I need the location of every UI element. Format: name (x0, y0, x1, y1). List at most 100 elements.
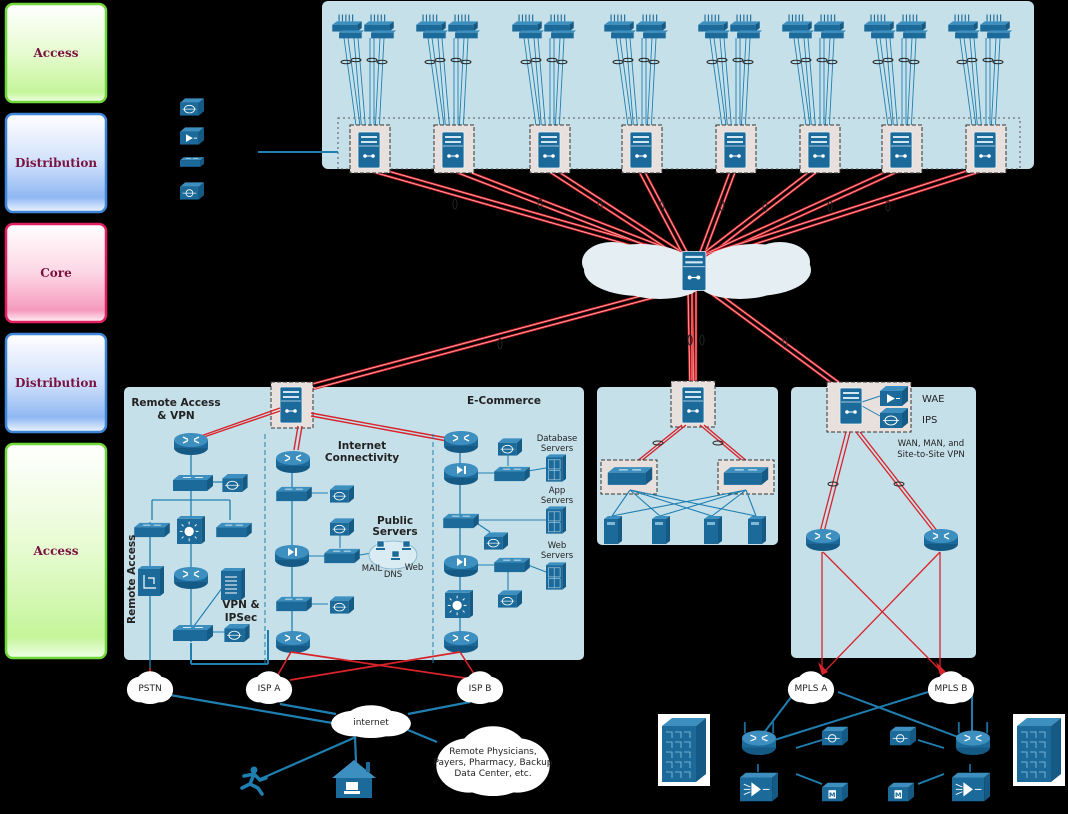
remote-users (240, 760, 376, 798)
cloud-label: ISP B (469, 684, 492, 694)
distribution-switch-icon (973, 131, 997, 169)
access-server-icon (138, 566, 164, 596)
monitor (376, 540, 385, 548)
link-marker (699, 334, 705, 346)
edge-distribution-switch-icon (279, 386, 303, 424)
ic-switch-icon (276, 596, 312, 612)
link-line (407, 700, 471, 716)
cloud-label: internet (353, 718, 389, 728)
wan-description: WAN, MAN, and (898, 439, 964, 449)
tier-label: Core (40, 266, 72, 280)
internet-cloud: internet (331, 705, 411, 738)
link-line-highlight (291, 284, 684, 390)
ec-firewall-icon (444, 463, 478, 485)
link-line-highlight (707, 284, 850, 391)
monitor (391, 550, 400, 558)
wan-distribution-switch-icon (839, 387, 863, 425)
link-line (917, 739, 945, 749)
cloud-label: ISP A (258, 684, 282, 694)
ra-l3-switch-icon (177, 516, 205, 544)
tier-label: Distribution (15, 156, 97, 170)
ips-icon (180, 98, 204, 116)
wae-label: WAE (922, 394, 945, 405)
ec-ips-icon (484, 532, 508, 550)
wan-description-2: Site-to-Site VPN (897, 450, 964, 460)
ec-ips-icon (498, 438, 522, 456)
database-servers-label: Database (537, 434, 578, 444)
tier-label: Access (32, 46, 78, 60)
mobile-user-icon (240, 766, 268, 796)
link-line-highlight (704, 288, 847, 395)
web-servers-label-2: Servers (541, 551, 574, 561)
tier-box-access: Access (4, 442, 108, 660)
dns-label: DNS (384, 570, 402, 580)
branch-wae-icon (740, 772, 778, 802)
wae-icon (180, 126, 204, 146)
tier-box-access: Access (4, 2, 108, 104)
arrow (818, 662, 828, 675)
dc-server-icon (704, 516, 722, 544)
cloud-label: PSTN (138, 684, 161, 694)
keyboard (391, 558, 400, 560)
isp-a-cloud: ISP A (245, 671, 293, 704)
public-server-icon (376, 540, 385, 550)
legend (180, 98, 204, 200)
vpn-router-icon (173, 432, 209, 456)
tier-label: Access (32, 544, 78, 558)
branch-nam-icon (890, 726, 916, 746)
internet-router-icon (275, 450, 311, 474)
ic-ips-icon (330, 596, 354, 614)
ec-switch-icon (494, 466, 530, 482)
ra-router-icon (173, 566, 209, 590)
core-switch-icon (681, 250, 707, 292)
ra-ips-icon (222, 474, 248, 492)
link-marker (497, 338, 503, 350)
link-line-highlight (699, 165, 984, 257)
link-line-highlight (292, 289, 685, 395)
dc-access-switch-icon (607, 466, 653, 486)
cloud-label: MPLS B (935, 684, 968, 694)
monitor (402, 540, 411, 548)
database-servers-label-2: Servers (541, 444, 574, 454)
web-label: Web (405, 563, 424, 573)
link-line (795, 773, 823, 785)
branch-router-icon (741, 722, 777, 756)
ic-switch-icon (276, 486, 312, 502)
wan-ips-icon (880, 408, 908, 428)
ra-switch-icon (134, 522, 170, 538)
cloud-label: Data Center, etc. (454, 769, 531, 779)
isp-b-cloud: ISP B (456, 671, 504, 704)
ecommerce-edge-router-icon (443, 630, 479, 654)
distribution-switch-icon (441, 131, 465, 169)
wae-icon (880, 386, 908, 406)
ec-switch-icon (443, 513, 479, 529)
web-servers-label: Web (548, 541, 567, 551)
distribution-switch-icon (537, 131, 561, 169)
link-line (407, 728, 438, 744)
core-wan-link (703, 284, 851, 395)
remote-sites-cloud: Remote Physicians,Payers, Pharmacy, Back… (434, 726, 553, 797)
ecommerce-router-icon (443, 430, 479, 454)
link-line (917, 773, 945, 785)
tier-box-core: Core (4, 222, 108, 324)
distribution-switch-icon (807, 131, 831, 169)
branch-monitor-icon (822, 782, 848, 802)
chimney (366, 762, 370, 772)
ec-l3-switch-icon (445, 590, 473, 618)
database-servers-icon (546, 454, 566, 482)
remote-access-side-label: Remote Access (126, 535, 138, 624)
cloud-label: MPLS A (795, 684, 829, 694)
firewall-icon (275, 545, 309, 567)
vpn-ipsec-label: VPN & (222, 599, 259, 611)
ra-switch-icon (173, 474, 213, 492)
web-servers-icon (546, 562, 566, 590)
link-marker (452, 198, 458, 210)
isp-edge-router-icon (275, 630, 311, 654)
keyboard (344, 791, 360, 794)
public-server-icon (391, 550, 400, 560)
public-server-icon (402, 540, 411, 550)
vpn-ipsec-label-2: IPSec (225, 612, 258, 624)
link-line (279, 702, 337, 716)
cloud-label: Payers, Pharmacy, Backup (434, 758, 553, 768)
branch-sites (658, 714, 1065, 802)
